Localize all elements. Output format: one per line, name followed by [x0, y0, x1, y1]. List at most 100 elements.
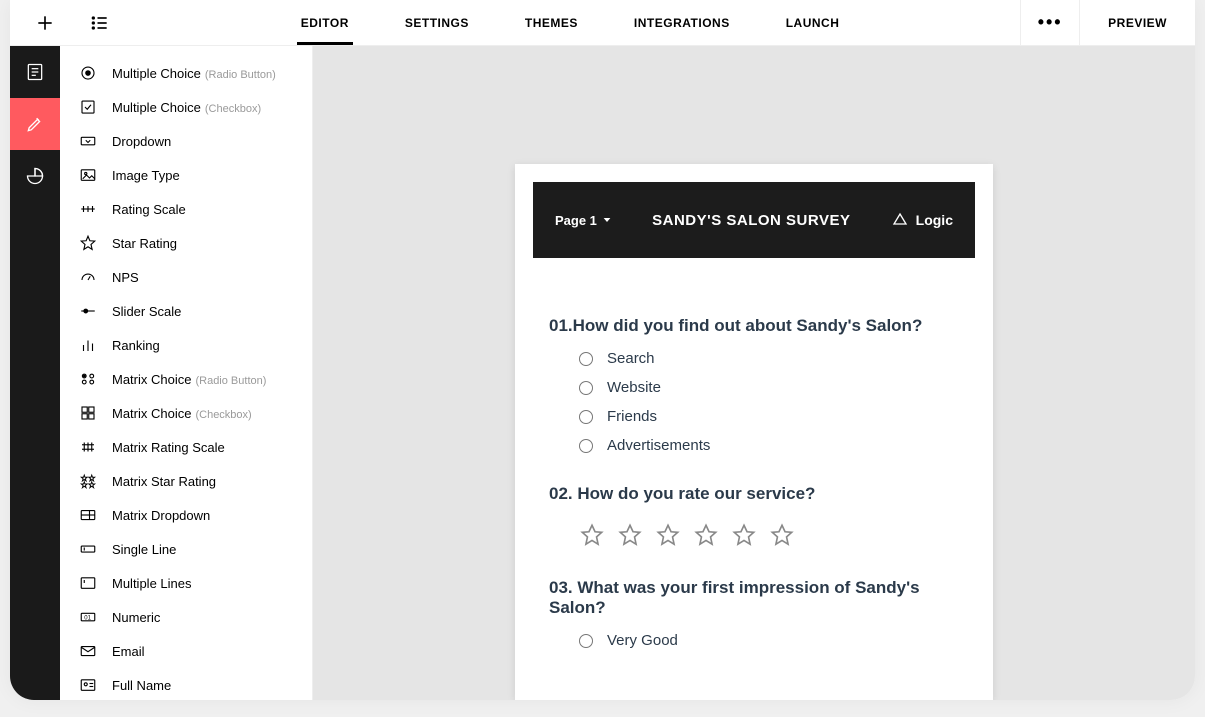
matrix-dropdown-icon: [78, 505, 98, 525]
sidebar-item-label: Numeric: [112, 610, 160, 625]
star-icon[interactable]: [693, 522, 719, 548]
more-button[interactable]: •••: [1020, 0, 1080, 45]
star-icon[interactable]: [769, 522, 795, 548]
canvas-area: Page 1 SANDY'S SALON SURVEY Logic 01.How…: [313, 46, 1195, 700]
tab-editor[interactable]: EDITOR: [297, 0, 353, 45]
numeric-icon: 01: [78, 607, 98, 627]
option-label: Advertisements: [607, 437, 710, 454]
page-selector[interactable]: Page 1: [555, 213, 611, 228]
star-icon: [78, 233, 98, 253]
sidebar-item-numeric[interactable]: 01 Numeric: [60, 600, 312, 634]
option-label: Friends: [607, 408, 657, 425]
radio-icon: [579, 439, 593, 453]
sidebar-item-sublabel: (Checkbox): [195, 409, 251, 421]
app-frame: EDITOR SETTINGS THEMES INTEGRATIONS LAUN…: [10, 0, 1195, 700]
sidebar-item-multiple-lines[interactable]: Multiple Lines: [60, 566, 312, 600]
logic-icon: [892, 212, 908, 228]
dropdown-icon: [78, 131, 98, 151]
question-title: 03. What was your first impression of Sa…: [549, 578, 959, 618]
sidebar-item-dropdown[interactable]: Dropdown: [60, 124, 312, 158]
svg-text:01: 01: [84, 615, 91, 621]
matrix-star-icon: [78, 471, 98, 491]
option-advertisements[interactable]: Advertisements: [579, 437, 959, 454]
tab-themes[interactable]: THEMES: [521, 0, 582, 45]
name-icon: [78, 675, 98, 695]
email-icon: [78, 641, 98, 661]
option-very-good[interactable]: Very Good: [579, 632, 959, 649]
sidebar-item-sublabel: (Radio Button): [205, 69, 276, 81]
sidebar-item-multiple-choice-radio[interactable]: Multiple Choice(Radio Button): [60, 56, 312, 90]
star-icon[interactable]: [617, 522, 643, 548]
rail-analytics[interactable]: [10, 150, 60, 202]
add-button[interactable]: [10, 13, 80, 33]
sidebar-item-label: Slider Scale: [112, 304, 181, 319]
sidebar-item-full-name[interactable]: Full Name: [60, 668, 312, 700]
option-label: Website: [607, 379, 661, 396]
star-rating-input[interactable]: [549, 522, 959, 548]
rail-edit[interactable]: [10, 98, 60, 150]
sidebar-item-slider-scale[interactable]: Slider Scale: [60, 294, 312, 328]
sidebar-item-matrix-rating[interactable]: Matrix Rating Scale: [60, 430, 312, 464]
card-header: Page 1 SANDY'S SALON SURVEY Logic: [533, 182, 975, 258]
sidebar-item-label: Dropdown: [112, 134, 171, 149]
sidebar-item-label: Matrix Choice: [112, 372, 191, 387]
tab-launch[interactable]: LAUNCH: [782, 0, 844, 45]
sidebar-item-sublabel: (Radio Button): [195, 375, 266, 387]
radio-icon: [78, 63, 98, 83]
sidebar-item-single-line[interactable]: Single Line: [60, 532, 312, 566]
multi-line-icon: [78, 573, 98, 593]
single-line-icon: [78, 539, 98, 559]
option-website[interactable]: Website: [579, 379, 959, 396]
question-1: 01.How did you find out about Sandy's Sa…: [549, 316, 959, 454]
option-search[interactable]: Search: [579, 350, 959, 367]
sidebar-item-label: Matrix Choice: [112, 406, 191, 421]
topbar: EDITOR SETTINGS THEMES INTEGRATIONS LAUN…: [10, 0, 1195, 46]
sidebar-item-image-type[interactable]: Image Type: [60, 158, 312, 192]
question-sidebar: Multiple Choice(Radio Button) Multiple C…: [60, 46, 313, 700]
option-friends[interactable]: Friends: [579, 408, 959, 425]
sidebar-item-matrix-star[interactable]: Matrix Star Rating: [60, 464, 312, 498]
sidebar-item-matrix-radio[interactable]: Matrix Choice (Radio Button): [60, 362, 312, 396]
sidebar-item-label: Rating Scale: [112, 202, 186, 217]
star-icon[interactable]: [731, 522, 757, 548]
question-2: 02. How do you rate our service?: [549, 484, 959, 548]
tab-settings[interactable]: SETTINGS: [401, 0, 473, 45]
sidebar-item-label: Matrix Rating Scale: [112, 440, 225, 455]
sidebar-item-matrix-checkbox[interactable]: Matrix Choice (Checkbox): [60, 396, 312, 430]
sidebar-item-rating-scale[interactable]: Rating Scale: [60, 192, 312, 226]
sidebar-item-ranking[interactable]: Ranking: [60, 328, 312, 362]
tab-integrations[interactable]: INTEGRATIONS: [630, 0, 734, 45]
matrix-rating-icon: [78, 437, 98, 457]
sidebar-item-label: NPS: [112, 270, 139, 285]
image-icon: [78, 165, 98, 185]
sidebar-item-matrix-dropdown[interactable]: Matrix Dropdown: [60, 498, 312, 532]
sidebar-item-multiple-choice-checkbox[interactable]: Multiple Choice(Checkbox): [60, 90, 312, 124]
sidebar-item-label: Ranking: [112, 338, 160, 353]
sidebar-item-star-rating[interactable]: Star Rating: [60, 226, 312, 260]
radio-icon: [579, 352, 593, 366]
matrix-checkbox-icon: [78, 403, 98, 423]
sidebar-item-nps[interactable]: NPS: [60, 260, 312, 294]
preview-button[interactable]: PREVIEW: [1080, 0, 1195, 45]
top-tabs: EDITOR SETTINGS THEMES INTEGRATIONS LAUN…: [120, 0, 1020, 45]
sidebar-item-label: Image Type: [112, 168, 180, 183]
sidebar-item-sublabel: (Checkbox): [205, 103, 261, 115]
page-label: Page 1: [555, 213, 597, 228]
ranking-icon: [78, 335, 98, 355]
slider-icon: [78, 301, 98, 321]
question-title: 01.How did you find out about Sandy's Sa…: [549, 316, 959, 336]
question-title: 02. How do you rate our service?: [549, 484, 959, 504]
list-icon[interactable]: [80, 13, 120, 33]
logic-button[interactable]: Logic: [892, 212, 953, 228]
option-label: Very Good: [607, 632, 678, 649]
sidebar-item-label: Single Line: [112, 542, 176, 557]
sidebar-item-label: Matrix Dropdown: [112, 508, 210, 523]
chevron-down-icon: [603, 216, 611, 224]
star-icon[interactable]: [579, 522, 605, 548]
survey-title: SANDY'S SALON SURVEY: [611, 212, 892, 229]
star-icon[interactable]: [655, 522, 681, 548]
survey-card: Page 1 SANDY'S SALON SURVEY Logic 01.How…: [515, 164, 993, 700]
sidebar-item-email[interactable]: Email: [60, 634, 312, 668]
rail-pages[interactable]: [10, 46, 60, 98]
radio-icon: [579, 410, 593, 424]
